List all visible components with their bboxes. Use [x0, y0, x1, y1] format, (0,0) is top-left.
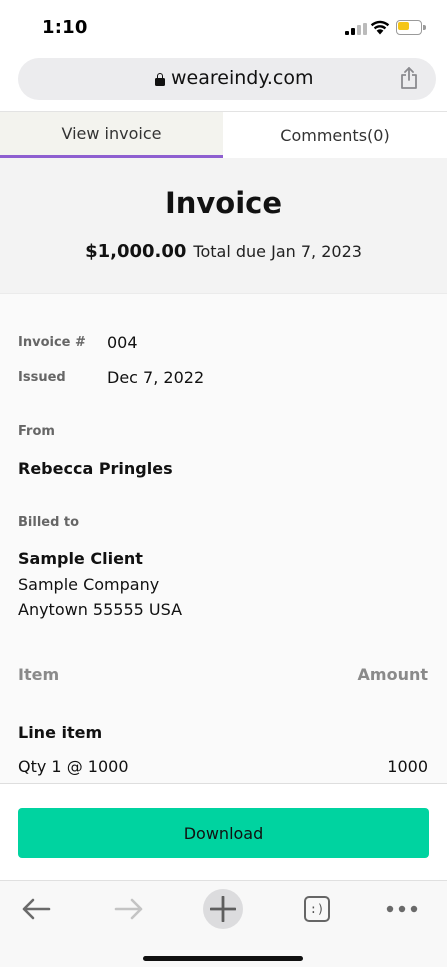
back-arrow-icon	[22, 898, 51, 920]
tab-comments[interactable]: Comments(0)	[223, 112, 447, 158]
forward-arrow-icon	[114, 898, 143, 920]
status-bar: 1:10	[0, 0, 447, 52]
invoice-total-line: $1,000.00 Total due Jan 7, 2023	[0, 241, 447, 262]
line-item-detail: Qty 1 @ 1000	[18, 757, 129, 776]
lock-icon	[155, 73, 165, 86]
battery-icon	[396, 20, 426, 35]
invoice-due-text: Total due Jan 7, 2023	[193, 242, 362, 261]
client-address: Anytown 55555 USA	[18, 600, 183, 619]
amount-column-header: Amount	[357, 665, 428, 684]
forward-button[interactable]	[107, 887, 151, 931]
invoice-title: Invoice	[164, 186, 283, 220]
client-name: Sample Client	[18, 549, 143, 568]
tab-view-invoice[interactable]: View invoice	[0, 112, 223, 158]
tabs-button[interactable]: :)	[295, 887, 339, 931]
more-dots-icon	[386, 905, 418, 913]
invoice-total-amount: $1,000.00	[85, 241, 187, 262]
issued-date-value: Dec 7, 2022	[107, 368, 205, 387]
issued-label: Issued	[18, 370, 66, 385]
more-menu-button[interactable]	[380, 887, 424, 931]
plus-icon	[203, 889, 243, 929]
invoice-details: Invoice # 004 Issued Dec 7, 2022 From Re…	[0, 294, 447, 783]
line-item-amount: 1000	[387, 757, 428, 776]
from-label: From	[18, 424, 55, 439]
download-button[interactable]: Download	[18, 808, 429, 858]
back-button[interactable]	[14, 887, 58, 931]
from-name: Rebecca Pringles	[18, 459, 173, 478]
invoice-tabs: View invoice Comments(0)	[0, 112, 447, 158]
cellular-signal-icon	[345, 23, 367, 35]
tabs-count-icon: :)	[304, 896, 330, 922]
share-icon[interactable]	[399, 67, 419, 89]
status-time: 1:10	[42, 17, 88, 38]
billed-to-label: Billed to	[18, 515, 80, 530]
wifi-icon	[370, 20, 390, 35]
client-company: Sample Company	[18, 575, 160, 594]
home-indicator	[143, 956, 303, 961]
download-area: Download	[0, 783, 447, 880]
address-bar[interactable]: weareindy.com	[18, 58, 436, 100]
invoice-number-value: 004	[107, 333, 138, 352]
new-tab-button[interactable]	[201, 887, 245, 931]
browser-address-area: weareindy.com	[0, 52, 447, 112]
url-text: weareindy.com	[171, 67, 314, 89]
screen: 1:10 weareindy.com View invoice Comments…	[0, 0, 447, 967]
line-item-name: Line item	[18, 723, 103, 742]
browser-toolbar: :)	[0, 880, 447, 967]
invoice-number-label: Invoice #	[18, 335, 86, 350]
item-column-header: Item	[18, 665, 60, 684]
invoice-summary: Invoice $1,000.00 Total due Jan 7, 2023	[0, 158, 447, 294]
